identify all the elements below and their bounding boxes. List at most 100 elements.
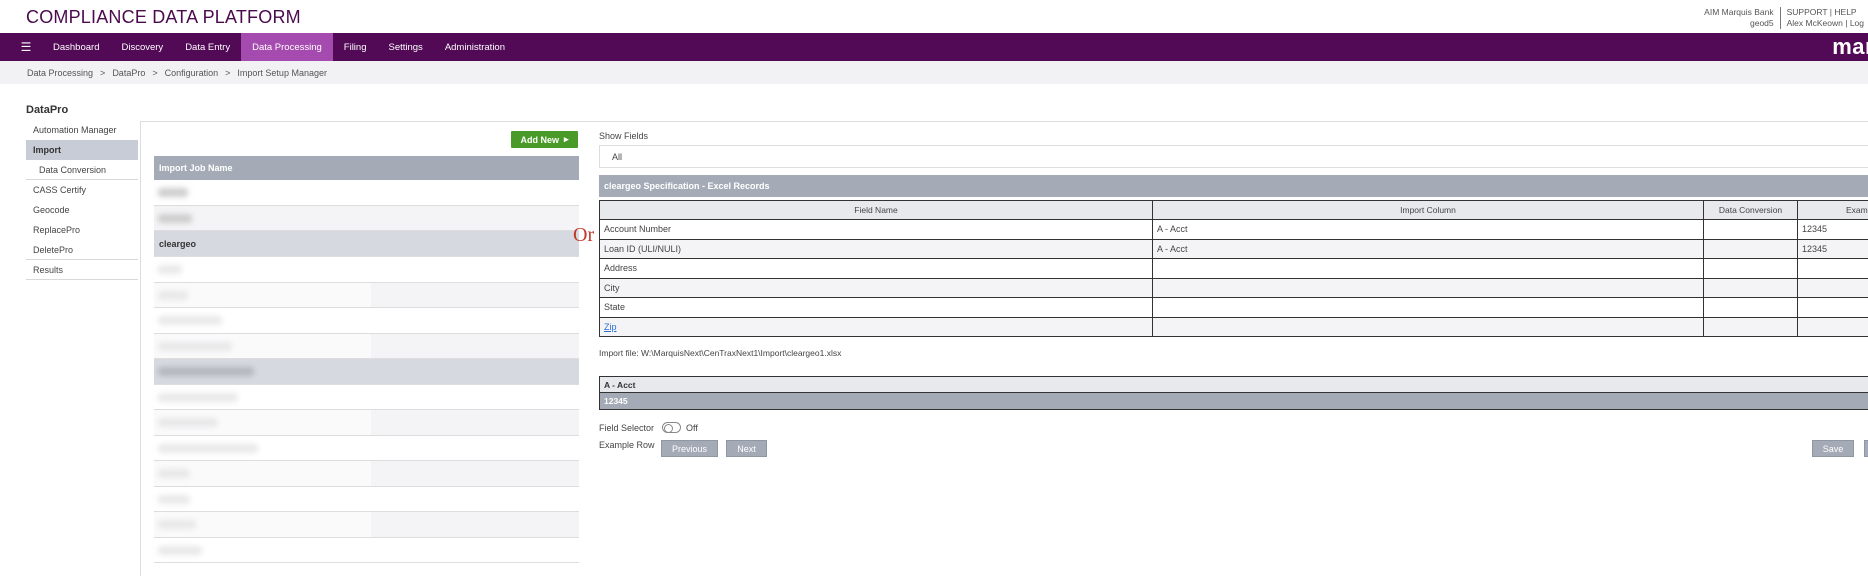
table-row[interactable]	[154, 308, 579, 334]
field-selector-toggle[interactable]	[662, 422, 682, 433]
chevron-right-icon: ▸	[564, 134, 569, 144]
nav-administration[interactable]: Administration	[434, 33, 516, 61]
column-header-field-name: Field Name	[599, 200, 1153, 220]
table-row[interactable]	[154, 180, 579, 206]
table-row[interactable]: State	[599, 297, 1868, 318]
table-row[interactable]	[154, 384, 579, 410]
import-column-cell[interactable]: A - Acct	[1152, 238, 1704, 259]
data-conversion-cell[interactable]	[1703, 297, 1798, 318]
import-preview-table: A - Acct 12345	[599, 376, 1868, 410]
nav-dashboard[interactable]: Dashboard	[42, 33, 110, 61]
logout-link[interactable]: Log	[1850, 18, 1864, 28]
example-cell	[1797, 258, 1868, 279]
table-row[interactable]	[154, 333, 579, 359]
example-cell	[1797, 316, 1868, 337]
job-group-row[interactable]: cleargeo	[154, 231, 579, 257]
import-column-cell[interactable]	[1152, 316, 1704, 337]
link-separator: |	[1845, 18, 1848, 28]
nav-data-processing[interactable]: Data Processing	[241, 33, 333, 61]
section-title: DataPro	[26, 104, 69, 116]
user-block: AIM Marquis Bank geod5 SUPPORT | HELP Al…	[1704, 7, 1864, 29]
preview-column-header: A - Acct	[599, 376, 1868, 393]
nav-discovery[interactable]: Discovery	[110, 33, 174, 61]
import-job-header: Import Job Name	[154, 156, 579, 180]
show-fields-select[interactable]: All	[599, 145, 1868, 168]
table-row[interactable]	[154, 537, 579, 563]
nav-settings[interactable]: Settings	[377, 33, 433, 61]
add-new-label: Add New	[520, 134, 559, 145]
sidebar-item-cass-certify[interactable]: CASS Certify	[26, 180, 138, 200]
help-link[interactable]: HELP	[1834, 7, 1856, 17]
example-cell	[1797, 297, 1868, 318]
table-row[interactable]	[154, 359, 579, 385]
column-header-data-conversion: Data Conversion	[1703, 200, 1798, 220]
zip-link[interactable]: Zip	[604, 322, 617, 332]
breadcrumb-separator: >	[152, 67, 158, 78]
data-conversion-cell[interactable]	[1703, 316, 1798, 337]
field-name-cell: Account Number	[599, 219, 1153, 240]
data-conversion-cell[interactable]	[1703, 277, 1798, 298]
previous-button[interactable]: Previous	[661, 440, 718, 457]
table-row[interactable]: Account Number A - Acct 12345	[599, 219, 1868, 240]
main-nav: ☰ Dashboard Discovery Data Entry Data Pr…	[0, 33, 1868, 61]
user-name: Alex McKeown	[1786, 18, 1843, 28]
nav-data-entry[interactable]: Data Entry	[174, 33, 241, 61]
import-column-cell[interactable]	[1152, 277, 1704, 298]
nav-filing[interactable]: Filing	[333, 33, 378, 61]
field-selector-label: Field Selector	[599, 422, 655, 433]
import-column-cell[interactable]	[1152, 258, 1704, 279]
sidebar-item-import[interactable]: Import	[26, 140, 138, 160]
table-row[interactable]	[154, 461, 579, 487]
next-button[interactable]: Next	[726, 440, 767, 457]
sidebar-item-automation-manager[interactable]: Automation Manager	[26, 120, 138, 140]
field-name-cell: State	[599, 297, 1153, 318]
breadcrumb-separator: >	[225, 67, 231, 78]
breadcrumb: Data Processing > DataPro > Configuratio…	[0, 61, 1868, 84]
link-separator: |	[1829, 7, 1833, 17]
sidebar-item-deletepro[interactable]: DeletePro	[26, 240, 138, 260]
table-row[interactable]	[154, 486, 579, 512]
hamburger-menu-icon[interactable]: ☰	[10, 33, 42, 61]
data-conversion-cell[interactable]	[1703, 258, 1798, 279]
sidebar-item-replacepro[interactable]: ReplacePro	[26, 220, 138, 240]
import-column-cell[interactable]: A - Acct	[1152, 219, 1704, 240]
field-name-cell: Zip	[599, 316, 1153, 337]
table-row[interactable]: City	[599, 277, 1868, 298]
breadcrumb-separator: >	[100, 67, 106, 78]
import-job-table: Import Job Name cleargeo	[154, 156, 579, 563]
table-row[interactable]	[154, 410, 579, 436]
stray-text: Or	[573, 224, 595, 246]
sidebar-item-data-conversion[interactable]: Data Conversion	[26, 160, 138, 180]
breadcrumb-item[interactable]: DataPro	[112, 68, 145, 78]
data-conversion-cell[interactable]	[1703, 238, 1798, 259]
breadcrumb-item[interactable]: Data Processing	[27, 68, 93, 78]
field-name-cell: City	[599, 277, 1153, 298]
field-selector: Field Selector Off	[599, 422, 698, 433]
table-row[interactable]: Zip	[599, 316, 1868, 337]
import-column-cell[interactable]	[1152, 297, 1704, 318]
table-row[interactable]	[154, 282, 579, 308]
show-fields-label: Show Fields	[599, 131, 649, 141]
org-info: AIM Marquis Bank geod5	[1704, 7, 1779, 29]
table-row[interactable]: Address	[599, 258, 1868, 279]
column-header-example: Example	[1797, 200, 1868, 220]
breadcrumb-item-current: Import Setup Manager	[237, 67, 327, 78]
top-header: COMPLIANCE DATA PLATFORM AIM Marquis Ban…	[0, 0, 1868, 33]
support-link[interactable]: SUPPORT	[1787, 7, 1828, 17]
sidebar-item-geocode[interactable]: Geocode	[26, 200, 138, 220]
example-cell	[1797, 277, 1868, 298]
breadcrumb-item[interactable]: Configuration	[165, 68, 219, 78]
table-row[interactable]	[154, 257, 579, 283]
data-conversion-cell[interactable]	[1703, 219, 1798, 240]
table-row[interactable]	[154, 205, 579, 231]
save-button[interactable]: Save	[1812, 440, 1854, 457]
add-new-button[interactable]: Add New ▸	[511, 131, 578, 148]
field-selector-state: Off	[686, 422, 698, 433]
secondary-button[interactable]	[1864, 440, 1868, 457]
table-row[interactable]: Loan ID (ULI/NULI) A - Acct 12345	[599, 238, 1868, 259]
table-row[interactable]	[154, 512, 579, 538]
example-cell: 12345	[1797, 238, 1868, 259]
table-row[interactable]	[154, 435, 579, 461]
sidebar-item-results[interactable]: Results	[26, 260, 138, 280]
org-name: AIM Marquis Bank	[1704, 7, 1774, 17]
